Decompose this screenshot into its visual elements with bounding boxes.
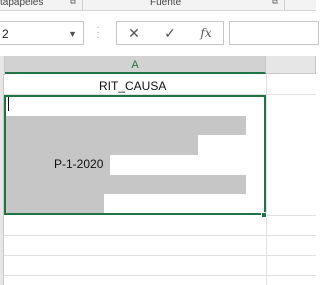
- gridline: [4, 255, 316, 256]
- ribbon-divider: [284, 0, 285, 10]
- name-box-value: 2: [2, 27, 9, 41]
- enter-icon[interactable]: ✓: [155, 22, 185, 44]
- column-header-a[interactable]: A: [5, 56, 266, 74]
- formula-input[interactable]: [229, 21, 319, 45]
- ribbon-divider: [82, 0, 83, 10]
- ribbon-group-clipboard-label: tapapeles: [0, 0, 44, 8]
- active-cell-selection[interactable]: [4, 95, 266, 215]
- formula-bar: 2 ▼ · · · ✕ ✓ fx: [0, 11, 319, 55]
- chevron-down-icon[interactable]: ▼: [68, 22, 77, 46]
- clipboard-dialog-launcher-icon[interactable]: ⧉: [70, 0, 78, 6]
- formula-bar-resize-handle[interactable]: · · ·: [96, 23, 100, 43]
- cell-a1-header[interactable]: RIT_CAUSA: [99, 79, 166, 93]
- ribbon-group-labels: tapapeles ⧉ Fuente ⧉: [0, 0, 316, 11]
- gridline: [266, 215, 316, 216]
- spreadsheet-grid[interactable]: A RIT_CAUSA P-1-2020: [0, 56, 316, 285]
- insert-function-icon[interactable]: fx: [191, 22, 221, 44]
- ribbon-group-font-label: Fuente: [150, 0, 182, 8]
- gridline: [266, 74, 267, 285]
- formula-buttons: ✕ ✓ fx: [116, 21, 224, 45]
- gridline: [4, 235, 316, 236]
- fill-handle[interactable]: [261, 212, 267, 218]
- cancel-icon[interactable]: ✕: [119, 22, 149, 44]
- text-cursor: [8, 97, 9, 111]
- font-dialog-launcher-icon[interactable]: ⧉: [272, 0, 280, 6]
- column-header-b[interactable]: [266, 56, 316, 74]
- gridline: [4, 275, 316, 276]
- name-box[interactable]: 2 ▼: [0, 21, 84, 45]
